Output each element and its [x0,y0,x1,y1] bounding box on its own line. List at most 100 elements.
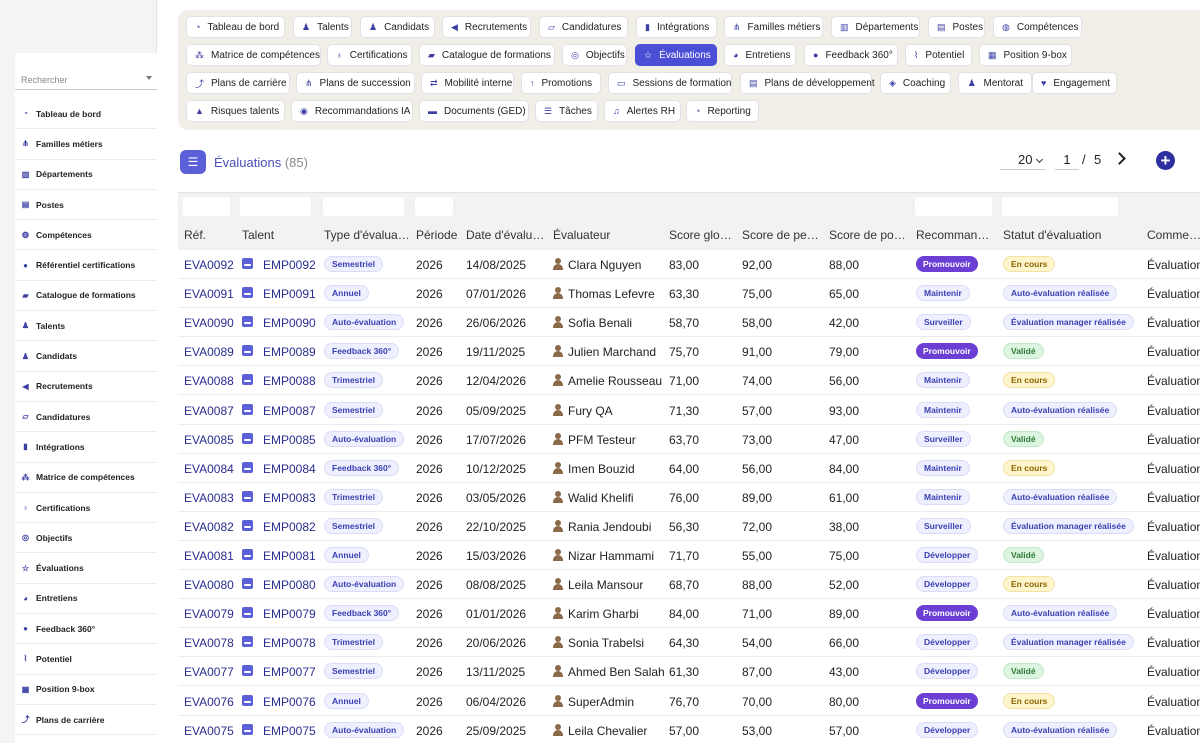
column-header[interactable]: Évaluateur [553,228,658,242]
sidebar-item[interactable]: ◕ Entretiens [15,584,157,615]
table-row[interactable]: EVA0075 EMP0075 Auto-évaluation 2026 25/09/2… [178,716,1200,743]
tab-chart-line[interactable]: ⌇ Potentiel [905,44,972,66]
table-row[interactable]: EVA0081 EMP0081 Annuel 2026 15/03/2026 Nizar … [178,541,1200,571]
column-header[interactable]: Date d'évaluation [466,228,546,242]
tab-brain[interactable]: ◍ Compétences [993,16,1082,38]
talent-link[interactable]: EMP0080 [263,578,316,592]
tab-chat[interactable]: ◕ Entretiens [724,44,796,66]
table-row[interactable]: EVA0080 EMP0080 Auto-évaluation 2026 08/08/2… [178,570,1200,600]
ref-link[interactable]: EVA0082 [184,520,234,534]
tab-pie-chart[interactable]: ◔ Reporting [686,100,759,122]
sidebar-item[interactable]: ▱ Candidatures [15,402,157,433]
talent-link[interactable]: EMP0092 [263,258,316,272]
ref-link[interactable]: EVA0089 [184,345,234,359]
column-header[interactable]: Score de performance [742,228,822,242]
talent-link[interactable]: EMP0087 [263,404,316,418]
tab-building[interactable]: ▥ Départements [831,16,920,38]
talent-link[interactable]: EMP0075 [263,724,316,738]
talent-link[interactable]: EMP0091 [263,287,316,301]
tab-sitemap[interactable]: ⋔ Plans de succession [296,72,415,94]
sidebar-item[interactable]: ● Feedback 360° [15,614,157,645]
column-header[interactable]: Score global [669,228,735,242]
table-row[interactable]: EVA0092 EMP0092 Semestriel 2026 14/08/2025 Cl… [178,250,1200,280]
sidebar-item[interactable]: ◎ Objectifs [15,523,157,554]
table-row[interactable]: EVA0084 EMP0084 Feedback 360° 2026 10/12/202… [178,454,1200,483]
tab-sitemap[interactable]: ⋔ Familles métiers [724,16,823,38]
talent-link[interactable]: EMP0081 [263,549,316,563]
tab-heart[interactable]: ♥ Engagement [1032,72,1117,94]
talent-link[interactable]: EMP0083 [263,491,316,505]
column-header[interactable]: Recommandation [916,228,996,242]
column-header[interactable]: Période [416,228,460,242]
table-row[interactable]: EVA0077 EMP0077 Semestriel 2026 13/11/2025 Ah… [178,657,1200,687]
table-row[interactable]: EVA0090 EMP0090 Auto-évaluation 2026 26/06/2… [178,308,1200,338]
ref-link[interactable]: EVA0090 [184,316,234,330]
sidebar-item[interactable]: ● Référentiel certifications [15,250,157,281]
table-row[interactable]: EVA0076 EMP0076 Annuel 2026 06/04/2026 SuperA… [178,687,1200,716]
tab-badge[interactable]: ▤ Postes [928,16,985,38]
sidebar-item[interactable]: ⁂ Matrice de compétences [15,463,157,493]
ref-link[interactable]: EVA0083 [184,491,234,505]
tab-comment[interactable]: ● Feedback 360° [804,44,898,66]
page-size-select[interactable]: 20 [1000,150,1046,170]
tab-user-plus[interactable]: ♟ Candidats [360,16,435,38]
column-header[interactable]: Score de potentiel [829,228,909,242]
tab-presentation[interactable]: ▭ Sessions de formation [608,72,732,94]
tab-bell[interactable]: ♫ Alertes RH [604,100,681,122]
sidebar-item[interactable]: ♟ Candidats [15,341,157,372]
page-number-input[interactable]: 1 [1055,150,1079,170]
table-row[interactable]: EVA0091 EMP0091 Annuel 2026 07/01/2026 Thomas… [178,279,1200,309]
tab-route[interactable]: ⤴ Plans de carrière [186,72,290,94]
talent-link[interactable]: EMP0090 [263,316,316,330]
talent-link[interactable]: EMP0079 [263,607,316,621]
sidebar-item[interactable]: ▦ Position 9-box [15,675,157,705]
add-evaluation-button[interactable]: + [1156,151,1175,170]
table-row[interactable]: EVA0088 EMP0088 Trimestriel 2026 12/04/2026 A… [178,366,1200,396]
ref-link[interactable]: EVA0092 [184,258,234,272]
column-filter-input[interactable] [240,197,311,216]
tab-user[interactable]: ♟ Talents [293,16,352,38]
tab-clipboard[interactable]: ▤ Plans de développement [740,72,875,94]
ref-link[interactable]: EVA0081 [184,549,234,563]
ref-link[interactable]: EVA0088 [184,374,234,388]
tab-tasks[interactable]: ☰ Tâches [535,100,598,122]
column-filter-input[interactable] [915,197,992,216]
column-header[interactable]: Statut d'évaluation [1003,228,1138,242]
ref-link[interactable]: EVA0078 [184,636,234,650]
ref-link[interactable]: EVA0076 [184,695,234,709]
talent-link[interactable]: EMP0084 [263,462,316,476]
ref-link[interactable]: EVA0077 [184,665,234,679]
table-row[interactable]: EVA0087 EMP0087 Semestriel 2026 05/09/2025 Fu… [178,396,1200,425]
column-header[interactable]: Réf. [184,228,234,242]
column-header[interactable]: Talent [242,228,317,242]
ref-link[interactable]: EVA0087 [184,404,234,418]
ref-link[interactable]: EVA0091 [184,287,234,301]
table-row[interactable]: EVA0085 EMP0085 Auto-évaluation 2026 17/07/2… [178,425,1200,454]
table-row[interactable]: EVA0078 EMP0078 Trimestriel 2026 20/06/2026 S… [178,628,1200,658]
tab-star-edit[interactable]: ☆ Évaluations [635,44,717,66]
tab-warning[interactable]: ▲ Risques talents [186,100,285,122]
sidebar-item[interactable]: ⌇ Potentiel [15,644,157,675]
sidebar-item[interactable]: ◀ Recrutements [15,372,157,402]
tab-mentor[interactable]: ♟ Mentorat [958,72,1032,94]
tab-dashboard[interactable]: ◔ Tableau de bord [186,16,285,38]
talent-link[interactable]: EMP0078 [263,636,316,650]
sidebar-item[interactable]: ▮ Intégrations [15,432,157,463]
sidebar-item[interactable]: ◍ Compétences [15,220,157,251]
tab-robot[interactable]: ◉ Recommandations IA [291,100,413,122]
tab-folder[interactable]: ▬ Documents (GED) [419,100,529,122]
ref-link[interactable]: EVA0084 [184,462,234,476]
next-page-icon[interactable] [1115,152,1125,164]
tab-handshake[interactable]: ◈ Coaching [880,72,951,94]
tab-file-edit[interactable]: ▱ Candidatures [539,16,628,38]
tab-megaphone[interactable]: ◀ Recrutements [442,16,531,38]
talent-link[interactable]: EMP0082 [263,520,316,534]
tab-exchange[interactable]: ⇄ Mobilité interne [421,72,514,94]
talent-link[interactable]: EMP0076 [263,695,316,709]
tab-ribbon[interactable]: ♁ Certifications [327,44,412,66]
sidebar-item[interactable]: ⋔ Familles métiers [15,129,157,160]
sidebar-search-select[interactable]: Rechercher [15,68,157,90]
tab-nine-grid[interactable]: ▦ Position 9-box [979,44,1072,66]
column-filter-input[interactable] [1002,197,1118,216]
talent-link[interactable]: EMP0089 [263,345,316,359]
